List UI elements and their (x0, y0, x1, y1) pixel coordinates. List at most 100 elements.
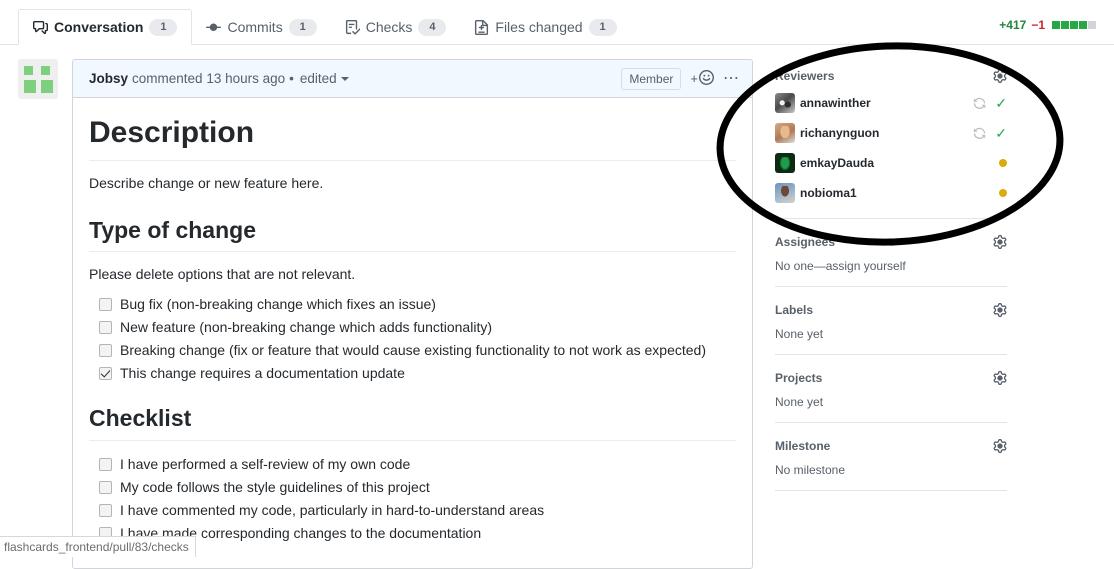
list-item: Breaking change (fix or feature that wou… (99, 342, 736, 359)
reviewer-name[interactable]: richanynguon (800, 126, 879, 140)
gear-icon[interactable] (993, 303, 1007, 317)
comment-separator: • (289, 71, 294, 86)
reviewer-name[interactable]: annawinther (800, 96, 871, 110)
checkbox-unchecked-icon[interactable] (99, 481, 112, 494)
list-item: This change requires a documentation upd… (99, 365, 736, 382)
diffstat-deletions: −1 (1031, 18, 1045, 32)
list-item-label: I have performed a self-review of my own… (120, 456, 411, 472)
assignees-value: No one—assign yourself (775, 259, 906, 273)
comment-body: Description Describe change or new featu… (73, 98, 752, 542)
milestone-header: Milestone (775, 439, 1007, 453)
sync-icon[interactable] (973, 127, 986, 140)
projects-header: Projects (775, 371, 1007, 385)
tab-counter: 1 (588, 18, 617, 36)
comment-header-actions: Member + ⋯ (621, 67, 740, 90)
check-icon: ✓ (995, 95, 1007, 111)
reviewer-status: ✓ (973, 125, 1007, 141)
plus-label: + (690, 71, 698, 86)
chevron-down-icon[interactable] (340, 76, 349, 81)
conversation-main-column: Jobsy commented 13 hours ago • edited Me… (0, 45, 760, 569)
type-of-change-list: Bug fix (non-breaking change which fixes… (89, 296, 736, 382)
diffstat-block (1061, 21, 1069, 29)
file-diff-icon (474, 19, 489, 35)
list-item-label: New feature (non-breaking change which a… (120, 319, 492, 336)
gear-icon[interactable] (993, 439, 1007, 453)
comment-author[interactable]: Jobsy (89, 71, 128, 86)
list-item-label: My code follows the style guidelines of … (120, 479, 430, 495)
checkbox-unchecked-icon[interactable] (99, 458, 112, 471)
projects-title: Projects (775, 371, 823, 385)
sync-icon[interactable] (973, 97, 986, 110)
sidebar-section-reviewers: Reviewers annawinther ✓ richanynguon ✓ e… (775, 45, 1007, 219)
diffstat-summary[interactable]: +417 −1 (999, 18, 1096, 32)
assignees-header: Assignees (775, 235, 1007, 249)
labels-title: Labels (775, 303, 814, 317)
tab-counter: 4 (418, 18, 447, 36)
labels-value: None yet (775, 327, 824, 341)
list-item-label: Bug fix (non-breaking change which fixes… (120, 296, 436, 313)
milestone-value: No milestone (775, 463, 846, 477)
checkbox-unchecked-icon[interactable] (99, 504, 112, 517)
sidebar-section-assignees: Assignees No one—assign yourself (775, 219, 1007, 287)
list-item-label: Breaking change (fix or feature that wou… (120, 342, 706, 359)
jobsy-avatar (23, 65, 53, 93)
tab-conversation[interactable]: Conversation 1 (18, 9, 193, 45)
avatar (775, 183, 795, 203)
sidebar-section-labels: Labels None yet (775, 287, 1007, 355)
diffstat-block (1052, 21, 1060, 29)
tab-commits[interactable]: Commits 1 (192, 9, 330, 45)
gear-icon[interactable] (993, 69, 1007, 83)
dot-icon (999, 189, 1007, 197)
check-icon: ✓ (995, 125, 1007, 141)
avatar (775, 93, 795, 113)
reviewer-status: ✓ (973, 95, 1007, 111)
member-badge[interactable]: Member (621, 67, 682, 90)
diffstat-additions: +417 (999, 18, 1027, 32)
checkbox-unchecked-icon[interactable] (99, 298, 112, 312)
reviewer-name[interactable]: nobioma1 (800, 186, 857, 200)
description-text: Describe change or new feature here. (89, 174, 324, 191)
reviewer-status (999, 159, 1007, 167)
gear-icon[interactable] (993, 371, 1007, 385)
avatar (775, 153, 795, 173)
kebab-horizontal-icon[interactable]: ⋯ (723, 70, 740, 86)
reviewer-row: annawinther ✓ (775, 93, 1007, 113)
checkbox-unchecked-icon[interactable] (99, 344, 112, 358)
reviewer-row: nobioma1 (775, 183, 1007, 203)
add-reaction-button[interactable]: + (690, 69, 714, 88)
pull-request-sidebar: Reviewers annawinther ✓ richanynguon ✓ e… (775, 45, 1007, 491)
diffstat-block (1088, 21, 1096, 29)
list-item: I have performed a self-review of my own… (99, 456, 736, 473)
checkbox-unchecked-icon[interactable] (99, 321, 112, 335)
comment-edited-label[interactable]: edited (300, 71, 337, 86)
sidebar-section-projects: Projects None yet (775, 355, 1007, 423)
reviewer-name[interactable]: emkayDauda (800, 156, 874, 170)
avatar[interactable] (18, 59, 58, 99)
comment-header: Jobsy commented 13 hours ago • edited Me… (73, 60, 752, 98)
git-commit-icon (206, 20, 222, 35)
tab-files-changed[interactable]: Files changed 1 (460, 9, 630, 45)
tab-checks[interactable]: Checks 4 (331, 9, 461, 45)
checkbox-checked-icon[interactable] (99, 367, 112, 381)
type-of-change-text: Please delete options that are not relev… (89, 266, 356, 283)
tab-list: Conversation 1 Commits 1 Checks 4 Files … (18, 9, 631, 45)
list-item: Bug fix (non-breaking change which fixes… (99, 296, 736, 313)
list-item: New feature (non-breaking change which a… (99, 319, 736, 336)
diffstat-blocks (1052, 21, 1096, 29)
heading-type-of-change: Type of change (89, 216, 736, 253)
sidebar-section-milestone: Milestone No milestone (775, 423, 1007, 491)
list-item: My code follows the style guidelines of … (99, 479, 736, 496)
smiley-icon (699, 69, 714, 88)
list-item: I have commented my code, particularly i… (99, 502, 736, 519)
comment-discussion-icon (33, 20, 48, 35)
reviewers-header: Reviewers (775, 69, 1007, 83)
list-item-label: I have commented my code, particularly i… (120, 502, 545, 518)
gear-icon[interactable] (993, 235, 1007, 249)
pull-request-tabnav: Conversation 1 Commits 1 Checks 4 Files … (0, 0, 1114, 45)
reviewers-title: Reviewers (775, 69, 835, 83)
tab-label: Conversation (54, 19, 144, 35)
checklist-icon (345, 19, 360, 35)
avatar (775, 123, 795, 143)
heading-checklist: Checklist (89, 404, 736, 441)
dot-icon (999, 159, 1007, 167)
